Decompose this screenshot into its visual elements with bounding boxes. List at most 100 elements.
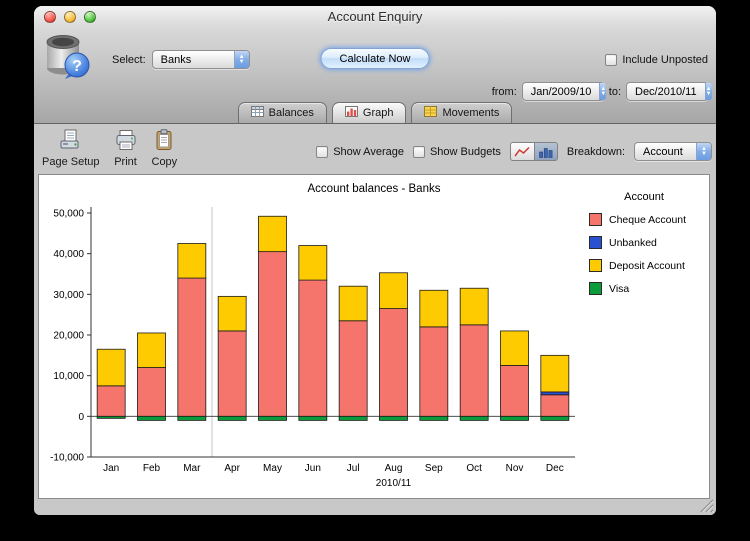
resize-grip[interactable] — [699, 498, 714, 513]
titlebar[interactable]: Account Enquiry — [34, 6, 716, 28]
x-tick-label: Nov — [506, 463, 524, 474]
line-chart-toggle[interactable] — [510, 142, 534, 161]
tab-label: Balances — [269, 107, 314, 119]
bar-segment — [97, 386, 125, 417]
tab-graph[interactable]: Graph — [332, 102, 407, 123]
line-chart-icon — [514, 146, 530, 158]
bar-segment — [420, 416, 448, 420]
bar-segment — [541, 355, 569, 392]
bar-segment — [541, 392, 569, 395]
print-button[interactable]: Print — [114, 129, 138, 168]
bar-segment — [501, 331, 529, 366]
from-period-value: Jan/2009/10 — [531, 86, 592, 98]
bar-segment — [501, 366, 529, 417]
legend-item: Visa — [589, 282, 707, 295]
popup-arrows-icon: ▲▼ — [234, 51, 249, 68]
window-chrome: Account Enquiry ? — [34, 6, 716, 124]
y-tick-label: 10,000 — [53, 371, 84, 382]
page-setup-label: Page Setup — [42, 156, 100, 168]
legend-label: Visa — [609, 283, 629, 295]
bar-segment — [501, 416, 529, 420]
copy-button[interactable]: Copy — [152, 129, 178, 168]
y-tick-label: 20,000 — [53, 331, 84, 342]
bar-segment — [380, 309, 408, 417]
popup-arrows-icon: ▲▼ — [696, 143, 711, 160]
window-title: Account Enquiry — [34, 6, 716, 28]
bar-segment — [299, 246, 327, 281]
to-period-value: Dec/2010/11 — [635, 86, 697, 98]
y-tick-label: 50,000 — [53, 209, 84, 220]
x-tick-label: Jul — [347, 463, 360, 474]
bar-segment — [97, 349, 125, 386]
bar-segment — [339, 416, 367, 420]
account-enquiry-window: Account Enquiry ? — [34, 6, 716, 515]
breakdown-value: Account — [643, 146, 688, 158]
date-range-controls: from: Jan/2009/10 ▲▼ to: Dec/2010/11 ▲▼ — [492, 82, 708, 101]
show-average-label: Show Average — [333, 146, 404, 158]
bar-segment — [178, 416, 206, 420]
legend-items: Cheque AccountUnbankedDeposit AccountVis… — [581, 213, 707, 295]
bar-segment — [299, 416, 327, 420]
x-tick-label: Mar — [183, 463, 201, 474]
show-budgets-checkbox[interactable]: Show Budgets — [413, 146, 501, 158]
x-tick-label: Jan — [103, 463, 119, 474]
include-unposted-label: Include Unposted — [622, 54, 708, 66]
chart-panel: Account balances - Banks -10,000010,0002… — [38, 174, 710, 499]
x-axis-year-label: 2010/11 — [376, 478, 412, 489]
legend-item: Unbanked — [589, 236, 707, 249]
calculate-now-button[interactable]: Calculate Now — [321, 48, 430, 69]
to-period-dropdown[interactable]: Dec/2010/11 ▲▼ — [626, 82, 708, 101]
show-average-checkbox[interactable]: Show Average — [316, 146, 404, 158]
x-tick-label: Sep — [425, 463, 443, 474]
tab-balances[interactable]: Balances — [238, 102, 327, 123]
tab-label: Movements — [442, 107, 499, 119]
page-setup-icon — [59, 129, 83, 154]
bar-segment — [259, 416, 287, 420]
select-label: Select: — [112, 54, 146, 66]
account-balances-chart: -10,000010,00020,00030,00040,00050,000Ja… — [41, 195, 581, 495]
breakdown-dropdown[interactable]: Account ▲▼ — [634, 142, 712, 161]
legend-item: Cheque Account — [589, 213, 707, 226]
bar-segment — [420, 290, 448, 327]
svg-text:?: ? — [72, 58, 82, 75]
legend-label: Unbanked — [609, 237, 657, 249]
bar-segment — [460, 288, 488, 325]
movements-icon — [424, 106, 437, 120]
bar-segment — [541, 416, 569, 420]
bar-segment — [460, 325, 488, 417]
balances-table-icon — [251, 106, 264, 120]
include-unposted-checkbox[interactable]: Include Unposted — [605, 54, 708, 66]
show-budgets-label: Show Budgets — [430, 146, 501, 158]
bar-segment — [299, 280, 327, 416]
y-tick-label: 0 — [78, 412, 84, 423]
app-ledger-question-icon: ? — [42, 32, 94, 82]
tab-label: Graph — [363, 107, 394, 119]
bar-segment — [138, 333, 166, 368]
page-setup-button[interactable]: Page Setup — [42, 129, 100, 168]
legend-swatch — [589, 213, 602, 226]
tab-movements[interactable]: Movements — [411, 102, 512, 123]
x-tick-label: Feb — [143, 463, 161, 474]
select-banks-dropdown[interactable]: Banks ▲▼ — [152, 50, 250, 69]
bar-segment — [178, 278, 206, 416]
copy-label: Copy — [152, 156, 178, 168]
chart-options: Show Average Show Budgets — [316, 142, 712, 161]
bar-chart-icon — [538, 146, 554, 158]
legend-label: Cheque Account — [609, 214, 686, 226]
copy-clipboard-icon — [154, 129, 174, 154]
bar-segment — [138, 368, 166, 417]
legend-swatch — [589, 236, 602, 249]
x-tick-label: Dec — [546, 463, 564, 474]
x-tick-label: Oct — [466, 463, 482, 474]
bar-chart-toggle[interactable] — [534, 142, 558, 161]
document-actions: Page Setup Print — [42, 129, 177, 168]
y-tick-label: 40,000 — [53, 249, 84, 260]
checkbox-box — [605, 54, 617, 66]
chart-legend: Account Cheque AccountUnbankedDeposit Ac… — [581, 191, 707, 295]
bar-segment — [218, 416, 246, 420]
y-tick-label: -10,000 — [50, 453, 84, 464]
bar-segment — [541, 395, 569, 417]
bar-segment — [380, 273, 408, 309]
from-period-dropdown[interactable]: Jan/2009/10 ▲▼ — [522, 82, 604, 101]
graph-tab-content: Page Setup Print — [34, 125, 716, 515]
